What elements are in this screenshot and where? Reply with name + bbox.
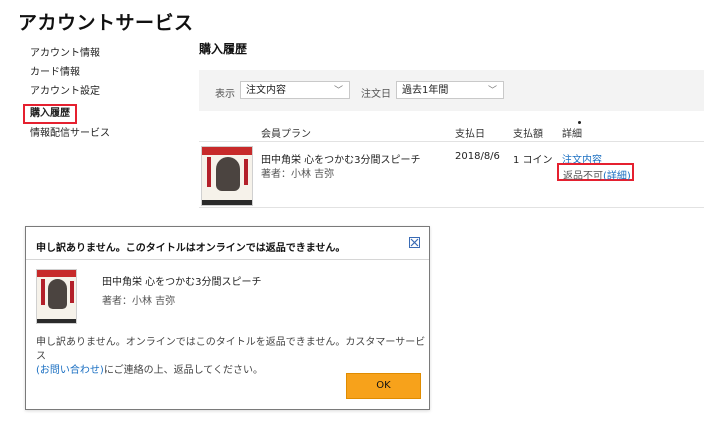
- purchase-amount: 1 コイン: [513, 155, 553, 166]
- sidebar-item-newsletter[interactable]: 情報配信サービス: [30, 124, 180, 143]
- cover-band: [202, 147, 252, 155]
- show-select[interactable]: 注文内容 ﹀: [240, 81, 350, 99]
- row-divider: [199, 207, 704, 208]
- dialog-book-title: 田中角栄 心をつかむ3分間スピーチ: [102, 277, 262, 288]
- cover-title-strip: [41, 279, 45, 305]
- ok-button[interactable]: OK: [346, 373, 421, 399]
- sidebar-item-account-info[interactable]: アカウント情報: [30, 44, 180, 63]
- show-select-value: 注文内容: [246, 85, 286, 96]
- dialog-divider: [26, 259, 429, 260]
- cover-footer: [37, 319, 76, 323]
- cover-title-strip: [244, 159, 248, 185]
- cover-title-strip: [70, 281, 74, 303]
- purchase-date: 2018/8/6: [455, 151, 500, 162]
- cover-footer: [202, 200, 252, 205]
- return-detail-link[interactable]: (詳細): [603, 167, 631, 182]
- row-divider: [199, 141, 704, 142]
- book-author: 著者：小林 吉弥: [261, 169, 335, 180]
- dialog-message: 申し訳ありません。オンラインではこのタイトルを返品できません。カスタマーサービス…: [36, 336, 426, 378]
- show-label: 表示: [215, 89, 235, 100]
- dialog-message-line1: 申し訳ありません。オンラインではこのタイトルを返品できません。カスタマーサービス: [36, 337, 426, 362]
- chevron-down-icon: ﹀: [333, 86, 343, 96]
- sidebar: アカウント情報 カード情報 アカウント設定 購入履歴 情報配信サービス: [23, 44, 180, 143]
- chevron-down-icon: ﹀: [487, 86, 497, 96]
- return-dialog: 申し訳ありません。このタイトルはオンラインでは返品できません。 田中角栄 心をつ…: [25, 226, 430, 410]
- sidebar-item-purchase-history[interactable]: 購入履歴: [23, 104, 77, 124]
- cover-title-strip: [207, 157, 211, 187]
- close-button[interactable]: [409, 237, 420, 248]
- header-detail: 詳細: [562, 129, 582, 140]
- header-amount: 支払額: [513, 129, 543, 140]
- sidebar-item-card-info[interactable]: カード情報: [30, 63, 180, 82]
- header-plan: 会員プラン: [261, 129, 311, 140]
- filter-bar: 表示 注文内容 ﹀ 注文日 過去1年間 ﹀: [199, 70, 704, 111]
- section-title: 購入履歴: [199, 42, 248, 56]
- contact-link[interactable]: (お問い合わせ): [36, 365, 104, 376]
- date-select-value: 過去1年間: [402, 85, 449, 96]
- return-status: 返品不可: [563, 171, 603, 182]
- dialog-title: 申し訳ありません。このタイトルはオンラインでは返品できません。: [36, 243, 346, 254]
- cover-portrait: [216, 157, 240, 191]
- book-cover[interactable]: [201, 146, 253, 206]
- dialog-book-author: 著者：小林 吉弥: [102, 296, 176, 307]
- date-label: 注文日: [361, 89, 391, 100]
- dialog-book-cover: [36, 269, 77, 324]
- cover-portrait: [48, 279, 67, 309]
- close-icon: [410, 238, 419, 247]
- cover-band: [37, 270, 76, 277]
- cursor-dot: [578, 121, 581, 124]
- return-status-box: 返品不可 (詳細): [557, 163, 634, 182]
- header-date: 支払日: [455, 129, 485, 140]
- sidebar-item-account-settings[interactable]: アカウント設定: [30, 82, 180, 101]
- book-title[interactable]: 田中角栄 心をつかむ3分間スピーチ: [261, 151, 421, 166]
- page-title: アカウントサービス: [18, 12, 194, 34]
- date-select[interactable]: 過去1年間 ﹀: [396, 81, 504, 99]
- dialog-message-line2: にご連絡の上、返品してください。: [103, 365, 264, 376]
